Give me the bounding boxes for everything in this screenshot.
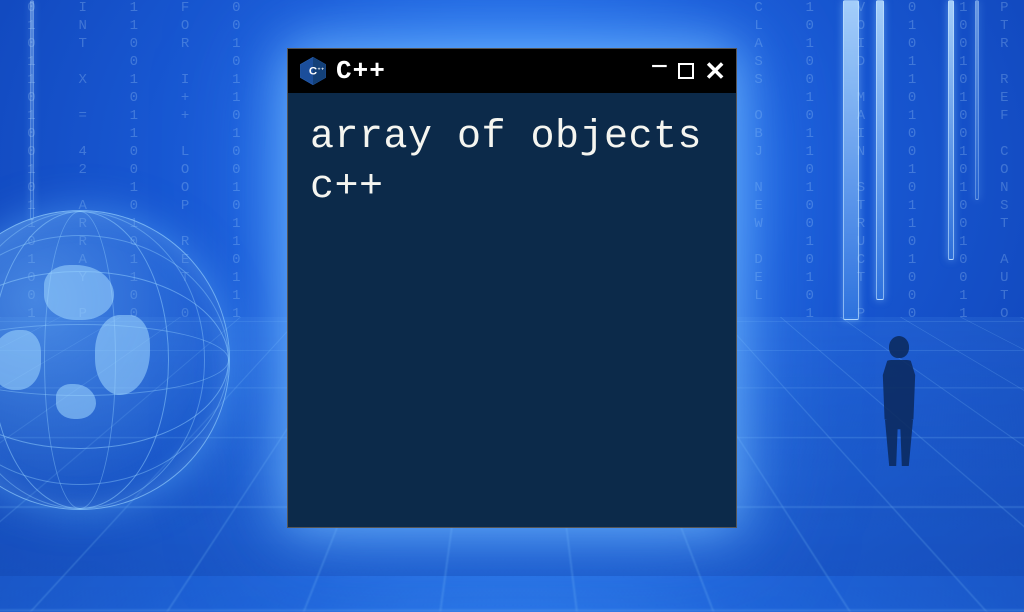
background-lightbar: [975, 0, 979, 200]
background-lightbar: [843, 0, 859, 320]
background-lightbar: [30, 0, 34, 220]
svg-text:+: +: [321, 67, 324, 72]
background-person-silhouette: [874, 336, 924, 466]
background-lightbar: [876, 0, 884, 300]
svg-text:+: +: [318, 67, 321, 72]
close-icon[interactable]: ✕: [704, 58, 726, 84]
minimize-icon[interactable]: −: [651, 52, 669, 82]
svg-text:C: C: [309, 66, 317, 78]
window-title: C++: [336, 56, 386, 86]
terminal-content: array of objects c++: [288, 93, 736, 527]
background-lightbar: [948, 0, 954, 260]
cpp-logo-icon: C + +: [298, 56, 328, 86]
maximize-icon[interactable]: [678, 63, 694, 79]
window-titlebar[interactable]: C + + C++ − ✕: [288, 49, 736, 93]
terminal-window: C + + C++ − ✕ array of objects c++: [287, 48, 737, 528]
